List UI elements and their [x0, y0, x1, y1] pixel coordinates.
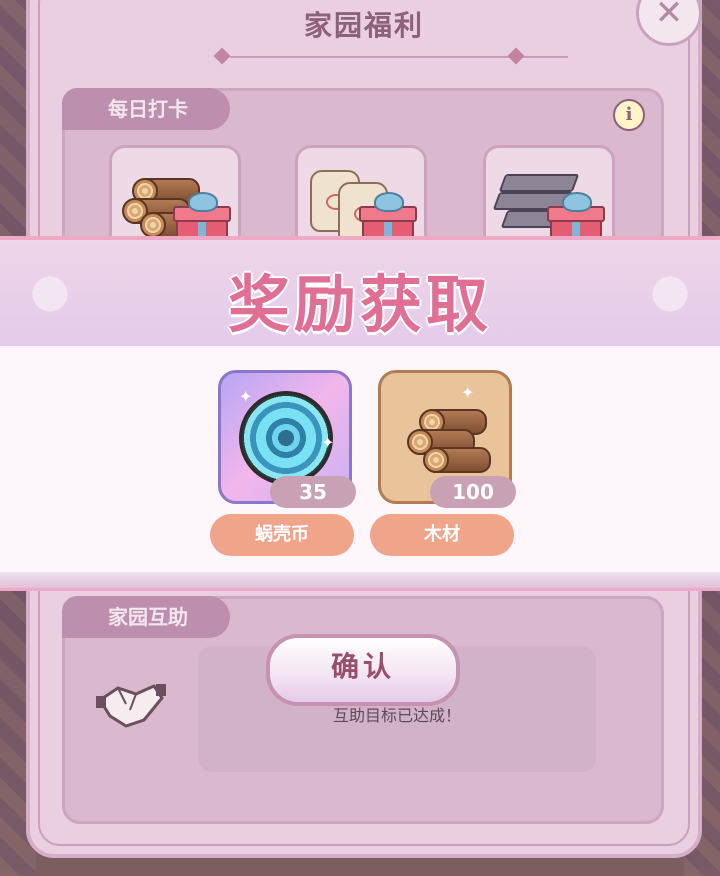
item-name: 蜗壳币 — [210, 514, 354, 556]
item-name: 木材 — [370, 514, 514, 556]
reward-title: 奖励获取 — [227, 268, 492, 341]
reward-strip — [0, 346, 720, 572]
shell-coin-icon — [239, 391, 333, 485]
info-icon[interactable]: i — [613, 99, 645, 131]
mutual-help-tab: 家园互助 — [62, 596, 230, 638]
daily-checkin-tab: 每日打卡 — [62, 88, 230, 130]
item-count: 35 — [270, 476, 356, 508]
confirm-button[interactable]: 确认 — [266, 634, 460, 706]
panel-title: 家园福利 — [303, 9, 424, 42]
handshake-icon — [96, 684, 166, 728]
reward-strip-edge — [0, 572, 720, 591]
item-count: 100 — [430, 476, 516, 508]
reward-banner: 奖励获取 — [0, 236, 720, 350]
close-icon: ✕ — [654, 0, 684, 33]
